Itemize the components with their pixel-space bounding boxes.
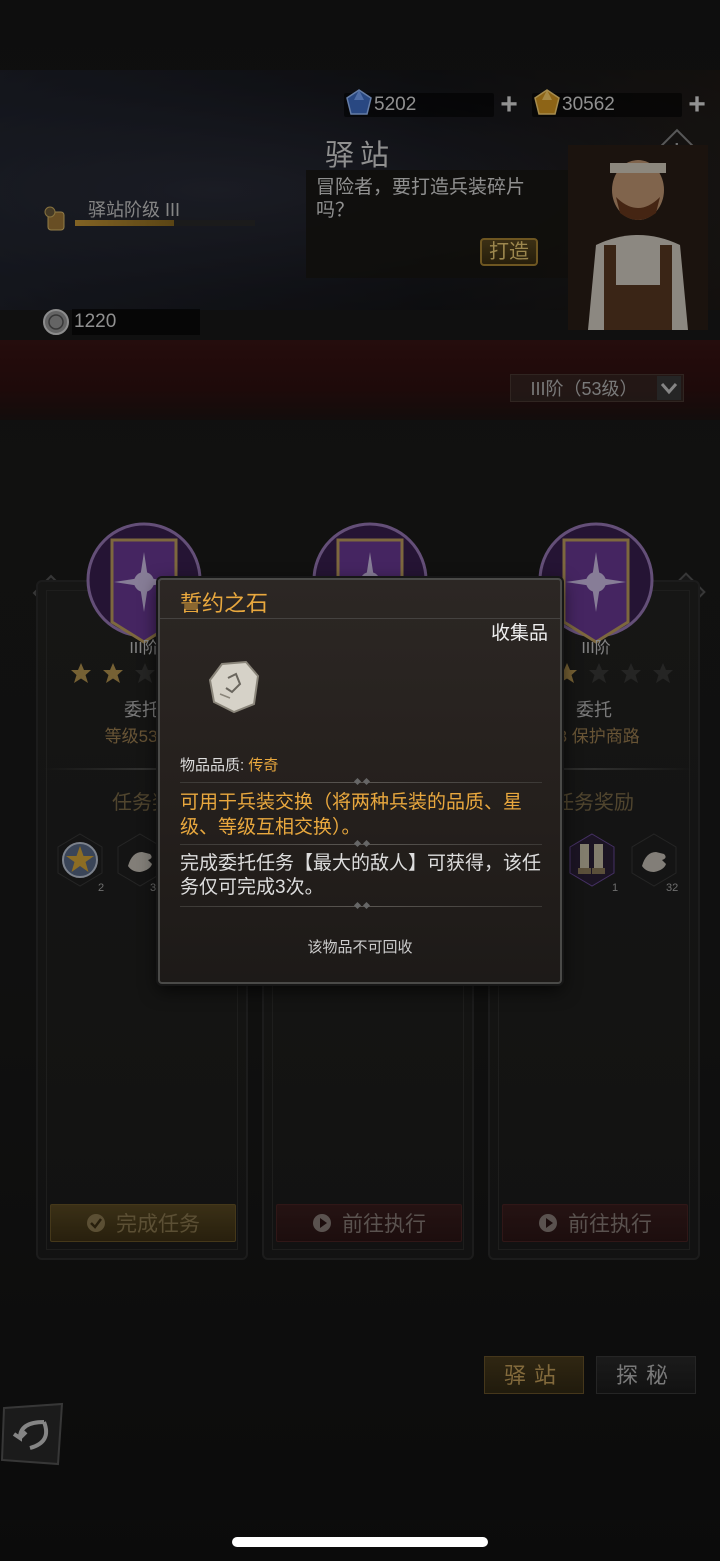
- quality-label: 物品品质:: [180, 757, 245, 774]
- quality-value: 传奇: [248, 757, 279, 774]
- item-tooltip: 誓约之石 收集品 物品品质: 传奇 可用于兵装交换（将两种兵装的品质、星级、等级…: [158, 578, 562, 984]
- non-recyclable-note: 该物品不可回收: [307, 939, 413, 956]
- divider: [180, 777, 542, 786]
- oath-stone-icon: [208, 660, 260, 714]
- home-indicator[interactable]: [232, 1537, 488, 1547]
- item-quality: 物品品质: 传奇: [180, 754, 278, 775]
- station-screen: 5202 + 30562 + 驿站 ! 驿站阶级 III 冒险者，要打造兵装碎片…: [0, 0, 720, 1561]
- item-category: 收集品: [490, 623, 548, 644]
- item-name: 誓约之石: [180, 591, 269, 616]
- item-effect: 可用于兵装交换（将两种兵装的品质、星级、等级互相交换）。: [180, 792, 523, 838]
- divider: [180, 901, 542, 910]
- divider: [180, 839, 542, 848]
- item-source: 完成委托任务【最大的敌人】可获得，该任务仅可完成3次。: [180, 853, 542, 898]
